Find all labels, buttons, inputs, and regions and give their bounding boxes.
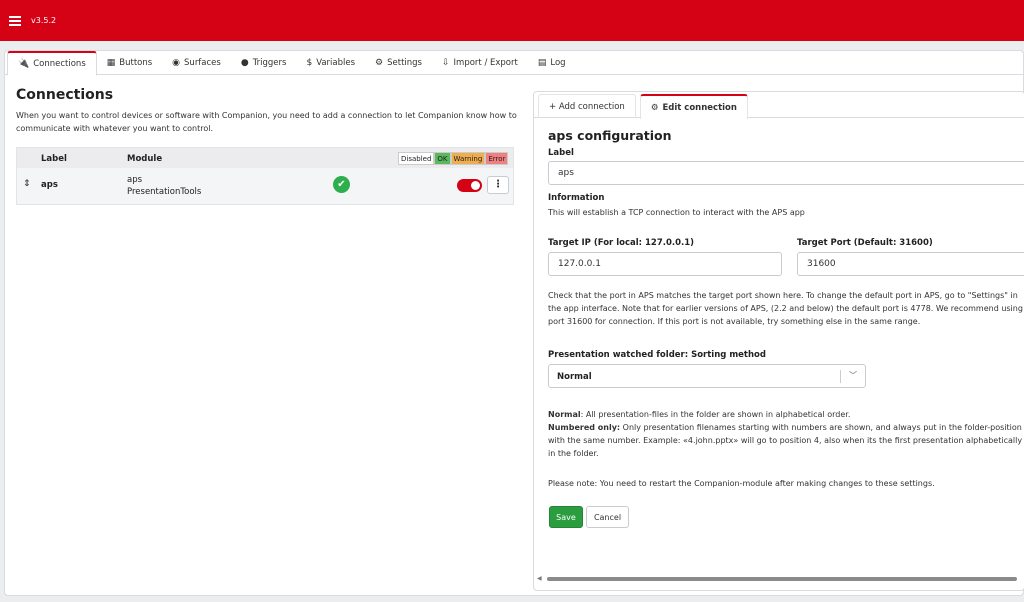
clipboard-icon: ▤: [537, 58, 547, 68]
sorting-method-select[interactable]: Normal ﹀: [548, 364, 866, 388]
tab-connections[interactable]: 🔌 Connections: [7, 51, 97, 76]
module-name: PresentationTools: [127, 187, 202, 197]
information-text: This will establish a TCP connection to …: [548, 208, 805, 217]
config-form: aps configuration ? Label aps Informatio…: [548, 128, 1024, 528]
drag-handle-icon[interactable]: ⇕: [23, 179, 31, 189]
connections-description: When you want to control devices or soft…: [16, 111, 517, 133]
legend-disabled: Disabled: [398, 152, 435, 165]
numbered-term: Numbered only:: [548, 423, 621, 432]
tab-label: Variables: [316, 58, 356, 68]
target-ip-input[interactable]: 127.0.0.1: [548, 252, 782, 276]
tab-label: Import / Export: [453, 58, 518, 68]
tab-log[interactable]: ▤ Log: [528, 51, 576, 75]
information-heading: Information: [548, 193, 605, 203]
tab-label: Edit connection: [662, 102, 737, 113]
dollar-icon: $: [306, 58, 313, 68]
more-options-button[interactable]: ⋮: [487, 176, 509, 194]
enable-toggle[interactable]: [457, 179, 482, 192]
module-id: aps: [127, 175, 143, 185]
status-ok-icon: ✔: [333, 176, 350, 193]
grid-icon: ▦: [106, 58, 116, 68]
column-header-label: Label: [41, 154, 67, 164]
app-version: v3.5.2: [31, 16, 57, 25]
config-title: aps configuration: [548, 128, 672, 143]
label-input[interactable]: aps: [548, 161, 1024, 185]
restart-note: Please note: You need to restart the Com…: [548, 479, 935, 488]
tab-label: Log: [550, 58, 566, 68]
connection-label: aps: [41, 180, 58, 190]
main-tabs: 🔌 Connections ▦ Buttons ◉ Surfaces ● Tri…: [5, 51, 1023, 76]
sorting-method-label: Presentation watched folder: Sorting met…: [548, 350, 766, 360]
top-bar: v3.5.2: [0, 0, 1024, 41]
table-header: Label Module Disabled OK Warning Error: [17, 148, 513, 168]
tab-buttons[interactable]: ▦ Buttons: [97, 51, 162, 75]
edit-connection-panel: + Add connection ⚙ Edit connection aps c…: [533, 91, 1024, 591]
cancel-button[interactable]: Cancel: [586, 506, 629, 528]
numbered-text: Only presentation filenames starting wit…: [548, 423, 1023, 458]
label-heading: Label: [548, 148, 574, 158]
tab-surfaces[interactable]: ◉ Surfaces: [162, 51, 231, 75]
tab-add-connection[interactable]: + Add connection: [538, 94, 636, 118]
connection-module: aps PresentationTools: [127, 174, 201, 198]
menu-icon[interactable]: [9, 15, 21, 26]
gear-icon: ⚙: [650, 102, 659, 113]
tab-settings[interactable]: ⚙ Settings: [365, 51, 432, 75]
normal-term: Normal: [548, 410, 581, 419]
legend-ok: OK: [434, 152, 451, 165]
scroll-left-icon[interactable]: ◀: [537, 575, 542, 582]
column-header-module: Module: [127, 154, 163, 164]
gear-icon: ⚙: [375, 58, 384, 68]
table-row[interactable]: ⇕ aps aps PresentationTools ✔ ⋮: [17, 168, 513, 204]
target-port-input[interactable]: 31600: [797, 252, 1024, 276]
tab-triggers[interactable]: ● Triggers: [231, 51, 297, 75]
scrollbar-thumb[interactable]: [547, 577, 1017, 581]
sorting-help: Normal: All presentation-files in the fo…: [548, 408, 1024, 460]
tab-label: Buttons: [119, 58, 153, 68]
normal-text: : All presentation-files in the folder a…: [580, 410, 851, 419]
plug-icon: 🔌: [18, 59, 30, 69]
horizontal-scrollbar[interactable]: ◀: [537, 575, 1024, 582]
clock-icon: ●: [240, 58, 249, 68]
chevron-down-icon: ﹀: [849, 371, 857, 380]
status-legend: Disabled OK Warning Error: [398, 152, 509, 165]
page-title: Connections: [16, 87, 114, 103]
save-button[interactable]: Save: [549, 506, 583, 528]
tab-label: Surfaces: [184, 58, 221, 68]
legend-error: Error: [485, 152, 509, 165]
tab-edit-connection[interactable]: ⚙ Edit connection: [639, 94, 748, 119]
port-note: Check that the port in APS matches the t…: [548, 291, 1023, 326]
tab-import-export[interactable]: ⇩ Import / Export: [432, 51, 528, 75]
legend-warning: Warning: [450, 152, 486, 165]
tab-label: Settings: [387, 58, 422, 68]
target-port-label: Target Port (Default: 31600): [797, 238, 933, 248]
editor-tabs: + Add connection ⚙ Edit connection: [534, 92, 1024, 119]
target-ip-label: Target IP (For local: 127.0.0.1): [548, 238, 695, 248]
tab-label: Triggers: [252, 58, 287, 68]
tab-variables[interactable]: $ Variables: [296, 51, 365, 75]
gamepad-icon: ◉: [172, 58, 181, 68]
connections-pane: Connections When you want to control dev…: [16, 87, 521, 205]
main-card: 🔌 Connections ▦ Buttons ◉ Surfaces ● Tri…: [4, 50, 1024, 596]
connections-table: Label Module Disabled OK Warning Error ⇕…: [16, 147, 514, 205]
file-import-icon: ⇩: [441, 58, 450, 68]
sorting-method-value: Normal: [557, 372, 592, 382]
tab-label: Connections: [33, 59, 86, 69]
